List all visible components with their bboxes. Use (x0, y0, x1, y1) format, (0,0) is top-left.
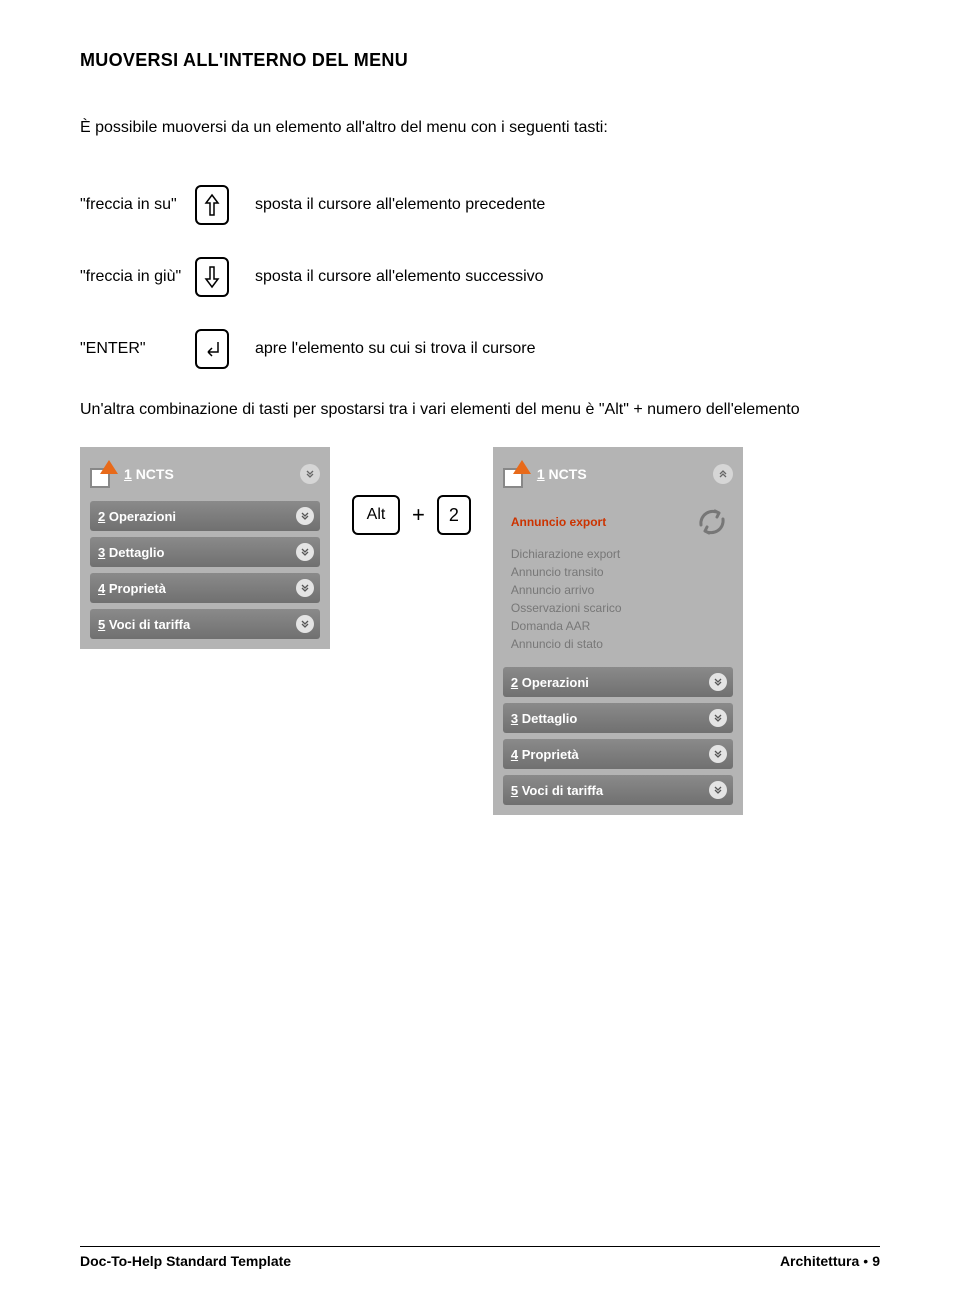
two-key-icon: 2 (437, 495, 471, 535)
app-icon (503, 460, 531, 488)
menu-item-dettaglio[interactable]: 3 Dettaglio (503, 703, 733, 733)
chevron-down-icon[interactable] (709, 673, 727, 691)
submenu-item[interactable]: Annuncio arrivo (511, 583, 729, 597)
arrow-up-key-icon (195, 185, 229, 225)
arrow-down-key-icon (195, 257, 229, 297)
menu-item-label: 4 Proprietà (98, 581, 166, 596)
menu-item-voci[interactable]: 5 Voci di tariffa (503, 775, 733, 805)
para-alt-combo: Un'altra combinazione di tasti per spost… (80, 401, 880, 419)
menu-header-label: 1 NCTS (124, 466, 174, 482)
plus-sign: + (412, 502, 425, 528)
menu-item-label: 5 Voci di tariffa (511, 783, 603, 798)
menu-item-operazioni[interactable]: 2 Operazioni (503, 667, 733, 697)
submenu-item[interactable]: Annuncio di stato (511, 637, 729, 651)
chevron-down-icon[interactable] (709, 745, 727, 763)
key-label-enter: "ENTER" (80, 340, 195, 358)
refresh-arrows-icon (695, 505, 729, 539)
key-row-down: "freccia in giù" sposta il cursore all'e… (80, 257, 880, 297)
menu-item-proprieta[interactable]: 4 Proprietà (90, 573, 320, 603)
key-label-up: "freccia in su" (80, 196, 195, 214)
chevron-down-icon[interactable] (296, 543, 314, 561)
menu-item-label: 3 Dettaglio (98, 545, 164, 560)
chevron-down-icon[interactable] (709, 709, 727, 727)
chevron-down-icon[interactable] (296, 579, 314, 597)
footer-page-info: Architettura•9 (780, 1253, 880, 1269)
page-footer: Doc-To-Help Standard Template Architettu… (80, 1246, 880, 1269)
submenu-list: Annuncio export Dichiarazione export Ann… (503, 501, 733, 661)
submenu-item[interactable]: Dichiarazione export (511, 547, 729, 561)
menus-row: 1 NCTS 2 Operazioni 3 Dettaglio 4 Propri… (80, 447, 880, 815)
menu-header-label: 1 NCTS (537, 466, 587, 482)
menu-item-dettaglio[interactable]: 3 Dettaglio (90, 537, 320, 567)
key-desc-enter: apre l'elemento su cui si trova il curso… (255, 340, 536, 358)
menu-item-label: 3 Dettaglio (511, 711, 577, 726)
key-combo: Alt + 2 (352, 495, 471, 535)
key-desc-down: sposta il cursore all'elemento successiv… (255, 268, 544, 286)
menu-panel-collapsed: 1 NCTS 2 Operazioni 3 Dettaglio 4 Propri… (80, 447, 330, 649)
submenu-item[interactable]: Domanda AAR (511, 619, 729, 633)
menu-item-label: 2 Operazioni (511, 675, 589, 690)
submenu-item[interactable]: Annuncio transito (511, 565, 729, 579)
menu-item-proprieta[interactable]: 4 Proprietà (503, 739, 733, 769)
key-desc-up: sposta il cursore all'elemento precedent… (255, 196, 545, 214)
menu-item-label: 2 Operazioni (98, 509, 176, 524)
key-row-up: "freccia in su" sposta il cursore all'el… (80, 185, 880, 225)
chevron-up-icon[interactable] (713, 464, 733, 484)
menu-header[interactable]: 1 NCTS (90, 453, 320, 495)
submenu-item-annuncio-export[interactable]: Annuncio export (511, 515, 606, 529)
key-row-enter: "ENTER" apre l'elemento su cui si trova … (80, 329, 880, 369)
menu-item-voci[interactable]: 5 Voci di tariffa (90, 609, 320, 639)
key-label-down: "freccia in giù" (80, 268, 195, 286)
section-title: MUOVERSI ALL'INTERNO DEL MENU (80, 50, 880, 71)
chevron-down-icon[interactable] (300, 464, 320, 484)
chevron-down-icon[interactable] (296, 507, 314, 525)
menu-item-operazioni[interactable]: 2 Operazioni (90, 501, 320, 531)
app-icon (90, 460, 118, 488)
alt-key-icon: Alt (352, 495, 400, 535)
chevron-down-icon[interactable] (709, 781, 727, 799)
submenu-item[interactable]: Osservazioni scarico (511, 601, 729, 615)
menu-panel-expanded: 1 NCTS Annuncio export Dichiarazione exp… (493, 447, 743, 815)
menu-item-label: 4 Proprietà (511, 747, 579, 762)
chevron-down-icon[interactable] (296, 615, 314, 633)
intro-text: È possibile muoversi da un elemento all'… (80, 119, 880, 137)
menu-header[interactable]: 1 NCTS (503, 453, 733, 495)
enter-key-icon (195, 329, 229, 369)
footer-template-name: Doc-To-Help Standard Template (80, 1253, 291, 1269)
menu-item-label: 5 Voci di tariffa (98, 617, 190, 632)
